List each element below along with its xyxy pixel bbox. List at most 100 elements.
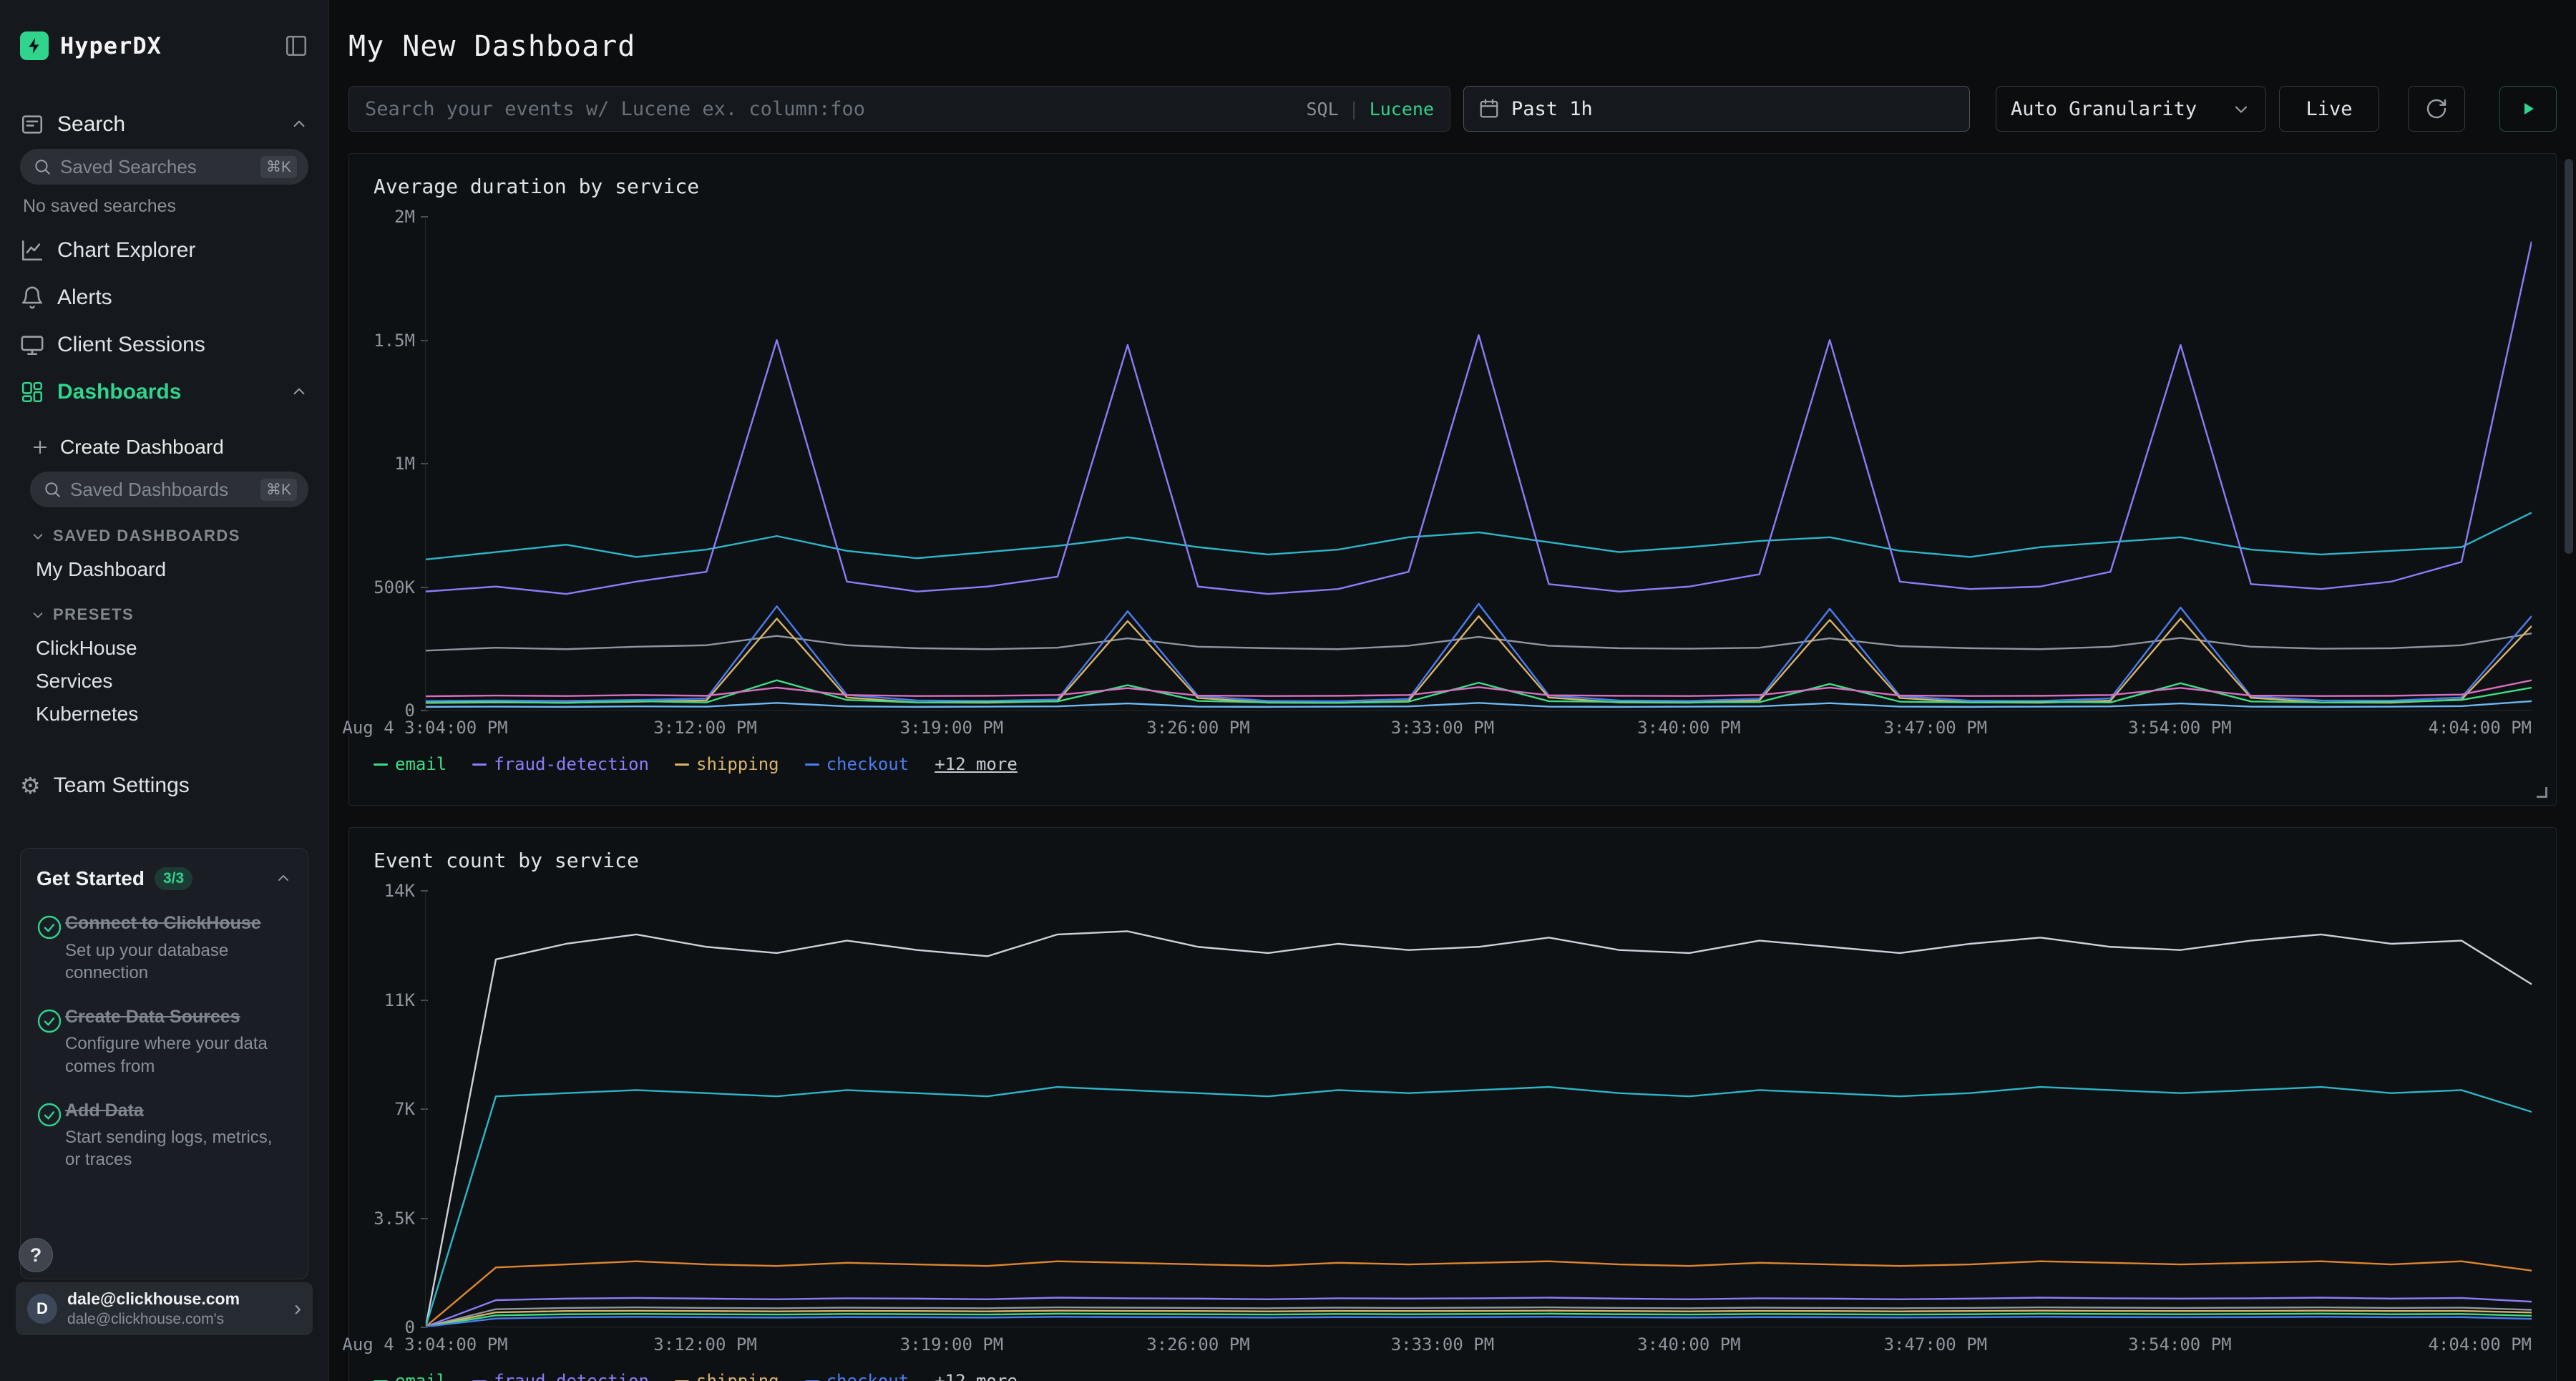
sidebar-item-chart-explorer[interactable]: Chart Explorer xyxy=(20,227,308,274)
time-range-value: Past 1h xyxy=(1511,98,1593,120)
sidebar-section-search[interactable]: Search xyxy=(20,104,308,145)
get-started-step[interactable]: Connect to ClickHouse Set up your databa… xyxy=(36,912,292,984)
search-icon xyxy=(33,157,52,176)
x-axis-label: 3:26:00 PM xyxy=(1146,1334,1250,1355)
live-button[interactable]: Live xyxy=(2279,86,2379,132)
avatar: D xyxy=(27,1294,57,1324)
legend-dash-icon xyxy=(675,763,689,766)
search-icon xyxy=(43,480,62,499)
x-axis-label: 4:04:00 PM xyxy=(2429,1334,2532,1355)
y-axis-label: 14K xyxy=(384,881,428,901)
legend-item-fraud-detection[interactable]: fraud-detection xyxy=(472,1371,649,1381)
query-language-toggle: SQL | Lucene xyxy=(1306,99,1434,119)
sql-toggle[interactable]: SQL xyxy=(1306,99,1338,119)
scrollbar-thumb[interactable] xyxy=(2565,159,2573,554)
step-desc: Start sending logs, metrics, or traces xyxy=(65,1126,292,1171)
get-started-step[interactable]: Add Data Start sending logs, metrics, or… xyxy=(36,1099,292,1171)
legend-item-shipping[interactable]: shipping xyxy=(675,754,779,774)
hyperdx-logo-icon xyxy=(20,31,49,60)
legend-item-email[interactable]: email xyxy=(374,1371,447,1381)
user-menu[interactable]: D dale@clickhouse.com dale@clickhouse.co… xyxy=(16,1282,313,1335)
group-presets[interactable]: PRESETS xyxy=(30,597,308,632)
legend-item-checkout[interactable]: checkout xyxy=(805,754,909,774)
x-axis-label: 3:26:00 PM xyxy=(1146,718,1250,738)
legend-item-fraud-detection[interactable]: fraud-detection xyxy=(472,754,649,774)
y-axis-label: 2M xyxy=(394,207,428,227)
granularity-select[interactable]: Auto Granularity xyxy=(1996,86,2266,132)
sidebar-item-team-settings[interactable]: ⚙ Team Settings xyxy=(20,762,308,809)
x-axis-label: 3:54:00 PM xyxy=(2128,718,2232,738)
refresh-button[interactable] xyxy=(2408,86,2465,132)
check-circle-icon xyxy=(36,1099,65,1171)
help-button[interactable]: ? xyxy=(19,1238,53,1272)
x-axis-label: 3:19:00 PM xyxy=(900,718,1004,738)
page-scrollbar xyxy=(2563,0,2575,1381)
get-started-title: Get Started xyxy=(36,867,145,890)
get-started-progress-badge: 3/3 xyxy=(155,867,192,890)
x-axis-label: 3:12:00 PM xyxy=(653,718,757,738)
legend-dash-icon xyxy=(472,763,487,766)
chevron-down-icon xyxy=(30,528,46,544)
series-shipping-line xyxy=(426,1311,2532,1327)
sidebar-item-alerts[interactable]: Alerts xyxy=(20,274,308,321)
sidebar-item-kubernetes[interactable]: Kubernetes xyxy=(30,698,308,731)
legend-item-email[interactable]: email xyxy=(374,754,447,774)
legend-item-shipping[interactable]: shipping xyxy=(675,1371,779,1381)
step-desc: Set up your database connection xyxy=(65,940,292,984)
chart-plot-area[interactable] xyxy=(425,217,2532,711)
brand-name: HyperDX xyxy=(60,32,162,59)
get-started-step[interactable]: Create Data Sources Configure where your… xyxy=(36,1005,292,1078)
lucene-toggle[interactable]: Lucene xyxy=(1370,99,1434,119)
saved-dashboards-input[interactable] xyxy=(70,479,260,501)
x-axis-label: 3:19:00 PM xyxy=(900,1334,1004,1355)
legend-more-link[interactable]: +12 more xyxy=(935,1371,1018,1381)
time-range-picker[interactable]: Past 1h xyxy=(1463,86,1970,132)
y-axis-label: 1.5M xyxy=(374,331,428,351)
dashboard-controls: SQL | Lucene Past 1h Auto Granularity Li… xyxy=(348,86,2557,132)
chevron-up-icon xyxy=(290,383,308,401)
search-section-icon xyxy=(20,112,44,137)
chart-plot-area[interactable] xyxy=(425,891,2532,1327)
legend-dash-icon xyxy=(805,763,819,766)
granularity-value: Auto Granularity xyxy=(2011,98,2197,120)
sidebar-item-dashboards[interactable]: Dashboards xyxy=(20,369,308,416)
chart-line-icon xyxy=(20,238,44,263)
event-search-input[interactable] xyxy=(365,98,1293,120)
sidebar-item-client-sessions[interactable]: Client Sessions xyxy=(20,321,308,369)
sidebar-item-services[interactable]: Services xyxy=(30,665,308,698)
saved-dashboards-search[interactable]: ⌘K xyxy=(30,472,308,507)
logo-row: HyperDX xyxy=(20,26,308,66)
legend-more-link[interactable]: +12 more xyxy=(935,754,1018,774)
group-saved-dashboards[interactable]: SAVED DASHBOARDS xyxy=(30,519,308,553)
run-query-button[interactable] xyxy=(2499,86,2557,132)
x-axis-label: Aug 4 3:04:00 PM xyxy=(342,1334,507,1355)
no-saved-searches-note: No saved searches xyxy=(23,196,308,217)
shortcut-badge: ⌘K xyxy=(260,479,297,501)
legend-item-checkout[interactable]: checkout xyxy=(805,1371,909,1381)
chevron-up-icon xyxy=(275,870,292,887)
x-axis-label: 3:33:00 PM xyxy=(1391,1334,1495,1355)
sidebar: HyperDX Search ⌘K No saved searches Char… xyxy=(0,0,329,1381)
y-axis-label: 3.5K xyxy=(374,1209,428,1229)
main-content: My New Dashboard SQL | Lucene Past 1h Au… xyxy=(329,0,2576,1381)
dashboards-subsection: Create Dashboard ⌘K SAVED DASHBOARDS My … xyxy=(20,427,308,731)
get-started-header[interactable]: Get Started 3/3 xyxy=(36,867,292,890)
series-other-1-line xyxy=(426,512,2532,559)
saved-searches-search[interactable]: ⌘K xyxy=(20,149,308,185)
chart-panel-event-count: Event count by service 14K11K7K3.5K0 Aug… xyxy=(348,827,2557,1381)
event-search-box[interactable]: SQL | Lucene xyxy=(348,86,1450,132)
sidebar-item-my-dashboard[interactable]: My Dashboard xyxy=(30,553,308,586)
panel-resize-handle[interactable] xyxy=(2537,787,2547,798)
create-dashboard-button[interactable]: Create Dashboard xyxy=(30,427,308,467)
step-title: Create Data Sources xyxy=(65,1005,292,1029)
sidebar-item-clickhouse[interactable]: ClickHouse xyxy=(30,632,308,665)
y-axis-label: 11K xyxy=(384,990,428,1010)
series-other-1-line xyxy=(426,931,2532,1327)
check-circle-icon xyxy=(36,1005,65,1078)
saved-searches-input[interactable] xyxy=(60,156,260,178)
chevron-down-icon xyxy=(30,607,46,623)
bell-icon xyxy=(20,286,44,310)
collapse-sidebar-icon[interactable] xyxy=(284,34,308,58)
series-other-4-line xyxy=(426,701,2532,707)
shortcut-badge: ⌘K xyxy=(260,156,297,178)
